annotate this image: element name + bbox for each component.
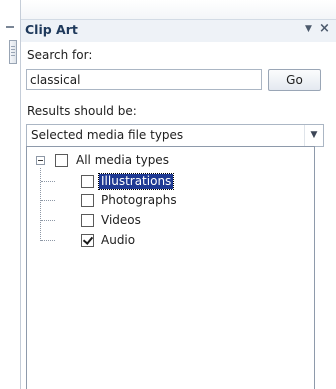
checkbox-illustrations[interactable] bbox=[81, 175, 94, 188]
collapse-icon[interactable] bbox=[36, 156, 45, 165]
tree-item-videos[interactable]: Videos bbox=[99, 213, 143, 228]
checkbox-photographs[interactable] bbox=[81, 194, 94, 207]
tree-connector bbox=[40, 168, 41, 241]
media-type-tree: All media types Illustrations Photograph… bbox=[26, 146, 315, 389]
pane-top-border bbox=[21, 0, 336, 20]
tree-connector bbox=[41, 181, 55, 182]
tree-item-all-media-types[interactable]: All media types bbox=[74, 153, 171, 168]
go-button[interactable]: Go bbox=[268, 69, 321, 91]
checkbox-audio[interactable] bbox=[81, 234, 94, 247]
results-label: Results should be: bbox=[27, 104, 137, 118]
search-label: Search for: bbox=[27, 48, 93, 62]
dropdown-value: Selected media file types bbox=[31, 128, 184, 142]
clip-art-task-pane: Clip Art ▼ × Search for: Go Results shou… bbox=[21, 0, 336, 389]
checkbox-videos[interactable] bbox=[81, 214, 94, 227]
tree-connector bbox=[41, 200, 55, 201]
pane-title: Clip Art bbox=[25, 22, 78, 37]
tree-item-illustrations[interactable]: Illustrations bbox=[97, 173, 175, 190]
tree-connector bbox=[41, 220, 55, 221]
clip-art-screen: Clip Art ▼ × Search for: Go Results shou… bbox=[0, 0, 336, 389]
chevron-down-icon[interactable]: ▼ bbox=[304, 125, 323, 146]
tree-item-photographs[interactable]: Photographs bbox=[99, 193, 179, 208]
host-window-edge bbox=[0, 0, 21, 389]
checkbox-all-media-types[interactable] bbox=[55, 154, 68, 167]
scrollbar-grip[interactable] bbox=[9, 40, 17, 64]
close-icon[interactable]: × bbox=[319, 21, 330, 36]
media-type-dropdown[interactable]: Selected media file types ▼ bbox=[26, 124, 324, 147]
tree-item-audio[interactable]: Audio bbox=[99, 233, 137, 248]
ruler-tick bbox=[6, 26, 14, 28]
search-input[interactable] bbox=[26, 69, 262, 90]
tree-connector bbox=[41, 240, 55, 241]
pane-menu-icon[interactable]: ▼ bbox=[305, 24, 312, 34]
